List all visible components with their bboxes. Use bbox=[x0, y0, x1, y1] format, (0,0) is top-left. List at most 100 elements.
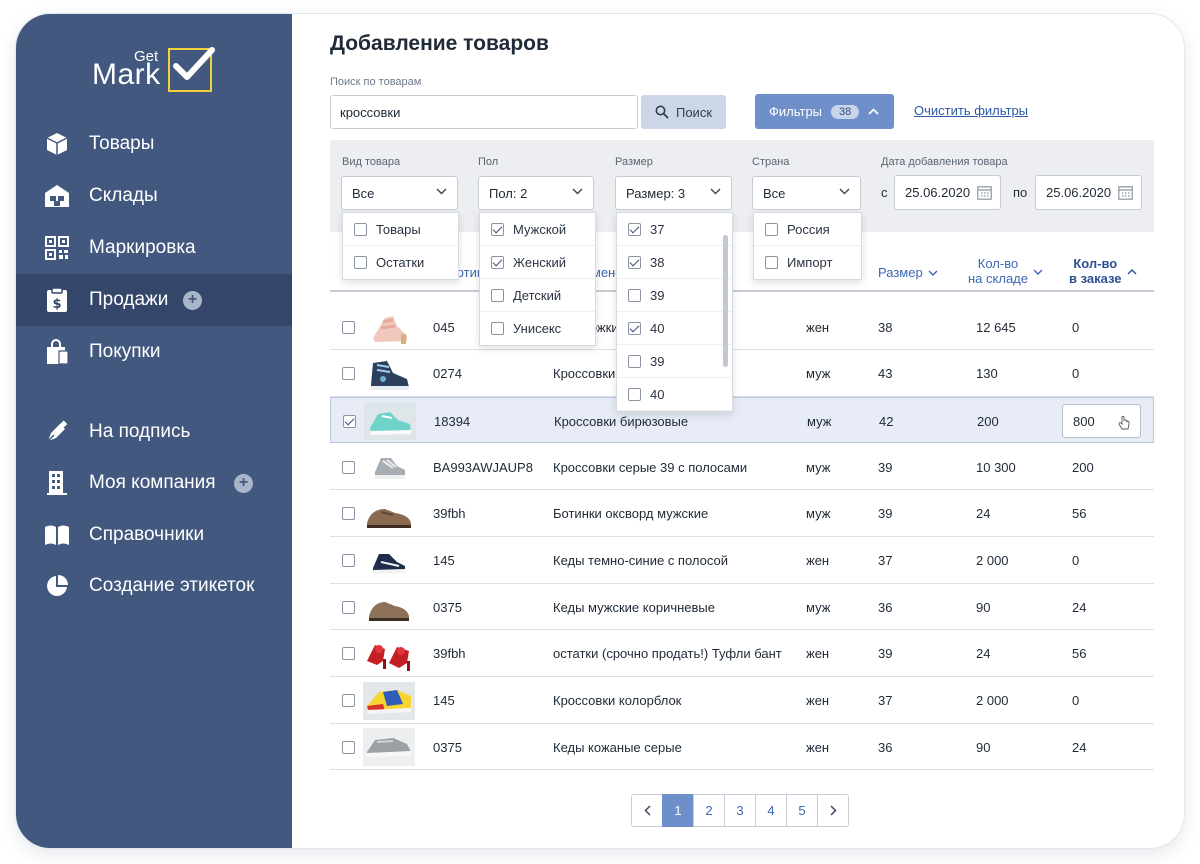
row-checkbox[interactable] bbox=[342, 460, 355, 474]
table-row[interactable]: 0274 Кроссовки муж 43 130 0 bbox=[330, 351, 1154, 397]
checkbox[interactable] bbox=[765, 222, 778, 236]
next-page-button[interactable] bbox=[817, 794, 849, 827]
sidebar-item-sales[interactable]: $ Продажи + bbox=[16, 274, 292, 326]
checkbox[interactable] bbox=[628, 354, 641, 368]
product-image bbox=[363, 542, 415, 580]
dropdown-option[interactable]: Товары bbox=[343, 213, 458, 246]
cell-size: 39 bbox=[878, 646, 893, 662]
column-stock-header[interactable]: Кол-во на складе bbox=[968, 256, 1043, 287]
page-button[interactable]: 2 bbox=[693, 794, 725, 827]
filter-type-select[interactable]: Все bbox=[341, 176, 458, 210]
checkbox[interactable] bbox=[491, 255, 504, 269]
dropdown-option[interactable]: 40 bbox=[617, 312, 732, 345]
dropdown-option[interactable]: Женский bbox=[480, 246, 595, 279]
filters-toggle-button[interactable]: Фильтры 38 bbox=[755, 94, 894, 129]
checkbox[interactable] bbox=[354, 256, 367, 269]
chevron-down-icon bbox=[710, 188, 721, 195]
table-row[interactable]: 145 Кеды темно-синие с полосой жен 37 2 000 0 bbox=[330, 538, 1154, 584]
table-row[interactable]: BA993AWJAUP8 Кроссовки серые 39 с полосам… bbox=[330, 444, 1154, 491]
sidebar-item-label: Создание этикеток bbox=[89, 575, 255, 596]
order-quantity-input[interactable]: 800 bbox=[1062, 404, 1141, 439]
sidebar-item-products[interactable]: Товары bbox=[16, 118, 292, 170]
pie-chart-icon bbox=[44, 573, 70, 599]
row-checkbox[interactable] bbox=[343, 414, 356, 428]
clear-filters-link[interactable]: Очистить фильтры bbox=[914, 103, 1028, 118]
dropdown-option[interactable]: Детский bbox=[480, 279, 595, 312]
checkbox[interactable] bbox=[491, 222, 504, 236]
dropdown-option[interactable]: 37 bbox=[617, 213, 732, 246]
sidebar-item-warehouses[interactable]: Склады bbox=[16, 170, 292, 222]
checkbox[interactable] bbox=[491, 288, 504, 302]
dropdown-option[interactable]: Россия bbox=[754, 213, 861, 246]
table-row[interactable]: 0375 Кеды кожаные серые жен 36 90 24 bbox=[330, 724, 1154, 771]
getmark-logo[interactable]: Get Mark bbox=[90, 46, 220, 96]
dropdown-option[interactable]: 39 bbox=[617, 279, 732, 312]
dropdown-scrollbar[interactable] bbox=[723, 235, 728, 367]
checkbox[interactable] bbox=[628, 288, 641, 302]
add-sale-button[interactable]: + bbox=[183, 290, 202, 310]
dropdown-option[interactable]: 39 bbox=[617, 345, 732, 378]
checkbox[interactable] bbox=[354, 222, 367, 236]
filter-date-label: Дата добавления товара bbox=[881, 156, 1008, 168]
dropdown-option[interactable]: Унисекс bbox=[480, 312, 595, 345]
table-row[interactable]: 145 Кроссовки колорблок жен 37 2 000 0 bbox=[330, 678, 1154, 724]
row-checkbox[interactable] bbox=[342, 367, 355, 381]
checkbox[interactable] bbox=[628, 222, 641, 236]
checkbox[interactable] bbox=[628, 387, 641, 401]
checkbox[interactable] bbox=[628, 321, 641, 335]
date-to-input[interactable]: 25.06.2020 bbox=[1035, 175, 1142, 210]
cell-order: 200 bbox=[1072, 459, 1094, 475]
row-checkbox[interactable] bbox=[342, 554, 355, 567]
row-checkbox[interactable] bbox=[342, 320, 355, 334]
chevron-down-icon bbox=[572, 188, 583, 195]
row-checkbox[interactable] bbox=[342, 507, 355, 521]
search-input[interactable] bbox=[330, 95, 638, 129]
dropdown-option[interactable]: Остатки bbox=[343, 246, 458, 279]
cell-gender: муж bbox=[806, 366, 831, 382]
add-company-button[interactable]: + bbox=[234, 473, 253, 493]
checkbox[interactable] bbox=[491, 322, 504, 335]
pen-icon bbox=[44, 419, 70, 445]
table-row[interactable]: 045Босоножки, ж,жен3812 6450 bbox=[330, 304, 1154, 350]
page-button[interactable]: 4 bbox=[755, 794, 787, 827]
filter-gender-select[interactable]: Пол: 2 bbox=[478, 176, 594, 210]
row-checkbox[interactable] bbox=[342, 647, 355, 661]
table-row[interactable]: 0375 Кеды мужские коричневые муж 36 90 24 bbox=[330, 584, 1154, 631]
cell-stock: 12 645 bbox=[976, 319, 1016, 335]
page-button[interactable]: 3 bbox=[724, 794, 756, 827]
page-button[interactable]: 1 bbox=[662, 794, 694, 827]
checkbox[interactable] bbox=[628, 255, 641, 269]
calendar-icon bbox=[977, 186, 992, 200]
sidebar-item-purchases[interactable]: Покупки bbox=[16, 326, 292, 378]
sidebar-item-label: Справочники bbox=[89, 524, 205, 545]
date-to-label: по bbox=[1013, 185, 1028, 200]
dropdown-option[interactable]: Мужской bbox=[480, 213, 595, 246]
dropdown-option[interactable]: 38 bbox=[617, 246, 732, 279]
sidebar-item-references[interactable]: Справочники bbox=[16, 509, 292, 561]
prev-page-button[interactable] bbox=[631, 794, 663, 827]
sidebar-item-marking[interactable]: Маркировка bbox=[16, 222, 292, 274]
dropdown-option[interactable]: 40 bbox=[617, 378, 732, 411]
cell-article: BA993AWJAUP8 bbox=[433, 459, 533, 475]
row-checkbox[interactable] bbox=[342, 740, 355, 754]
page-button[interactable]: 5 bbox=[786, 794, 818, 827]
table-row[interactable]: 39fbh остатки (срочно продать!) Туфли бан… bbox=[330, 631, 1154, 677]
table-row[interactable]: 18394 Кроссовки бирюзовые муж 42 200 800 bbox=[330, 397, 1154, 444]
filter-size-select[interactable]: Размер: 3 bbox=[615, 176, 732, 210]
sidebar-item-create-labels[interactable]: Создание этикеток bbox=[16, 560, 292, 612]
column-order-header[interactable]: Кол-во в заказе bbox=[1069, 256, 1137, 287]
sidebar-item-my-company[interactable]: Моя компания + bbox=[16, 457, 292, 509]
row-checkbox[interactable] bbox=[342, 600, 355, 614]
cell-stock: 24 bbox=[976, 506, 991, 522]
table-row[interactable]: 39fbh Ботинки оксворд мужские муж 39 24 56 bbox=[330, 491, 1154, 537]
cell-stock: 130 bbox=[976, 366, 998, 382]
checkbox[interactable] bbox=[765, 256, 778, 269]
column-size-header[interactable]: Размер bbox=[878, 265, 938, 281]
search-button[interactable]: Поиск bbox=[641, 95, 726, 129]
dropdown-option[interactable]: Импорт bbox=[754, 246, 861, 279]
row-checkbox[interactable] bbox=[342, 694, 355, 708]
sidebar-item-label: Покупки bbox=[89, 341, 161, 362]
date-from-input[interactable]: 25.06.2020 bbox=[894, 175, 1001, 210]
sidebar-item-to-sign[interactable]: На подпись bbox=[16, 406, 292, 458]
filter-country-select[interactable]: Все bbox=[752, 176, 861, 210]
